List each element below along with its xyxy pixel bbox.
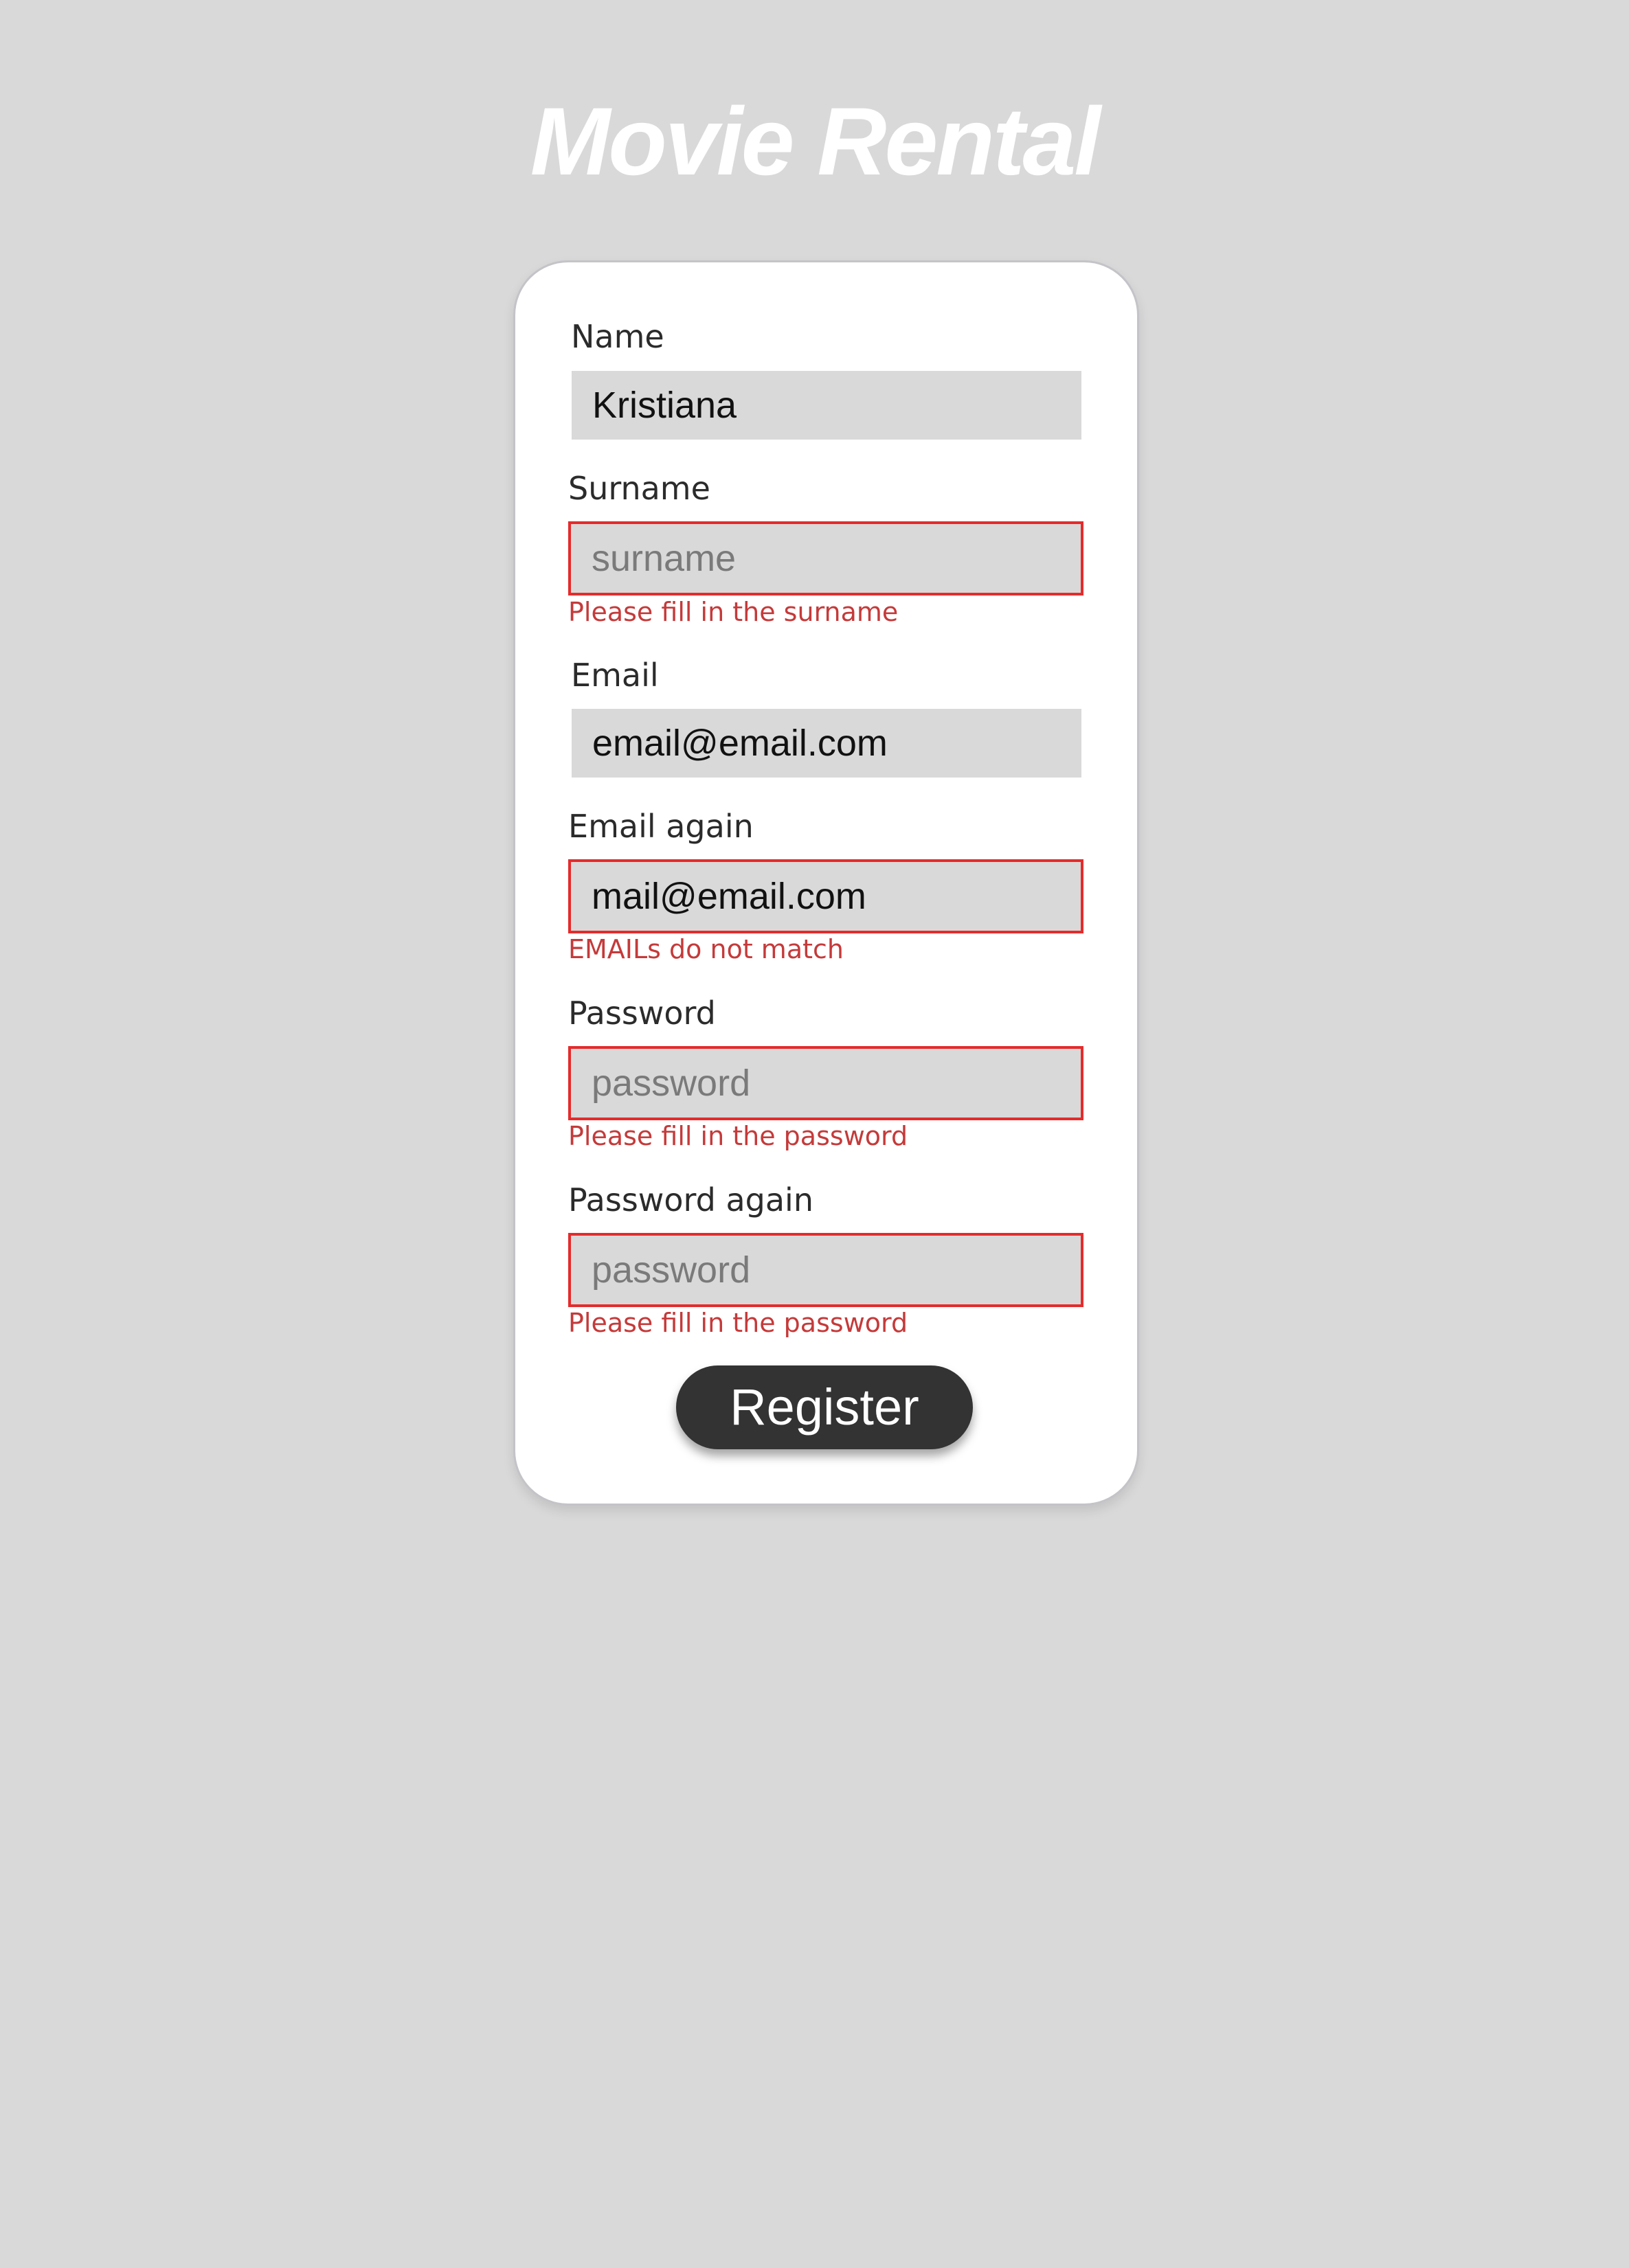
email-again-error: EMAILs do not match: [568, 934, 844, 964]
surname-input[interactable]: [568, 521, 1083, 596]
email-input[interactable]: [572, 709, 1081, 778]
surname-label: Surname: [568, 470, 710, 507]
email-again-input[interactable]: [568, 859, 1083, 933]
password-input[interactable]: [568, 1046, 1083, 1120]
password-label: Password: [568, 995, 716, 1032]
password-error: Please fill in the password: [568, 1121, 908, 1151]
name-input[interactable]: [572, 371, 1081, 440]
register-button[interactable]: Register: [676, 1365, 973, 1449]
password-again-label: Password again: [568, 1181, 813, 1218]
email-again-label: Email again: [568, 808, 754, 845]
name-label: Name: [571, 318, 664, 355]
password-again-error: Please fill in the password: [568, 1308, 908, 1338]
page-title: Movie Rental: [530, 87, 1101, 195]
password-again-input[interactable]: [568, 1233, 1083, 1307]
surname-error: Please fill in the surname: [568, 597, 899, 627]
email-label: Email: [571, 657, 659, 694]
